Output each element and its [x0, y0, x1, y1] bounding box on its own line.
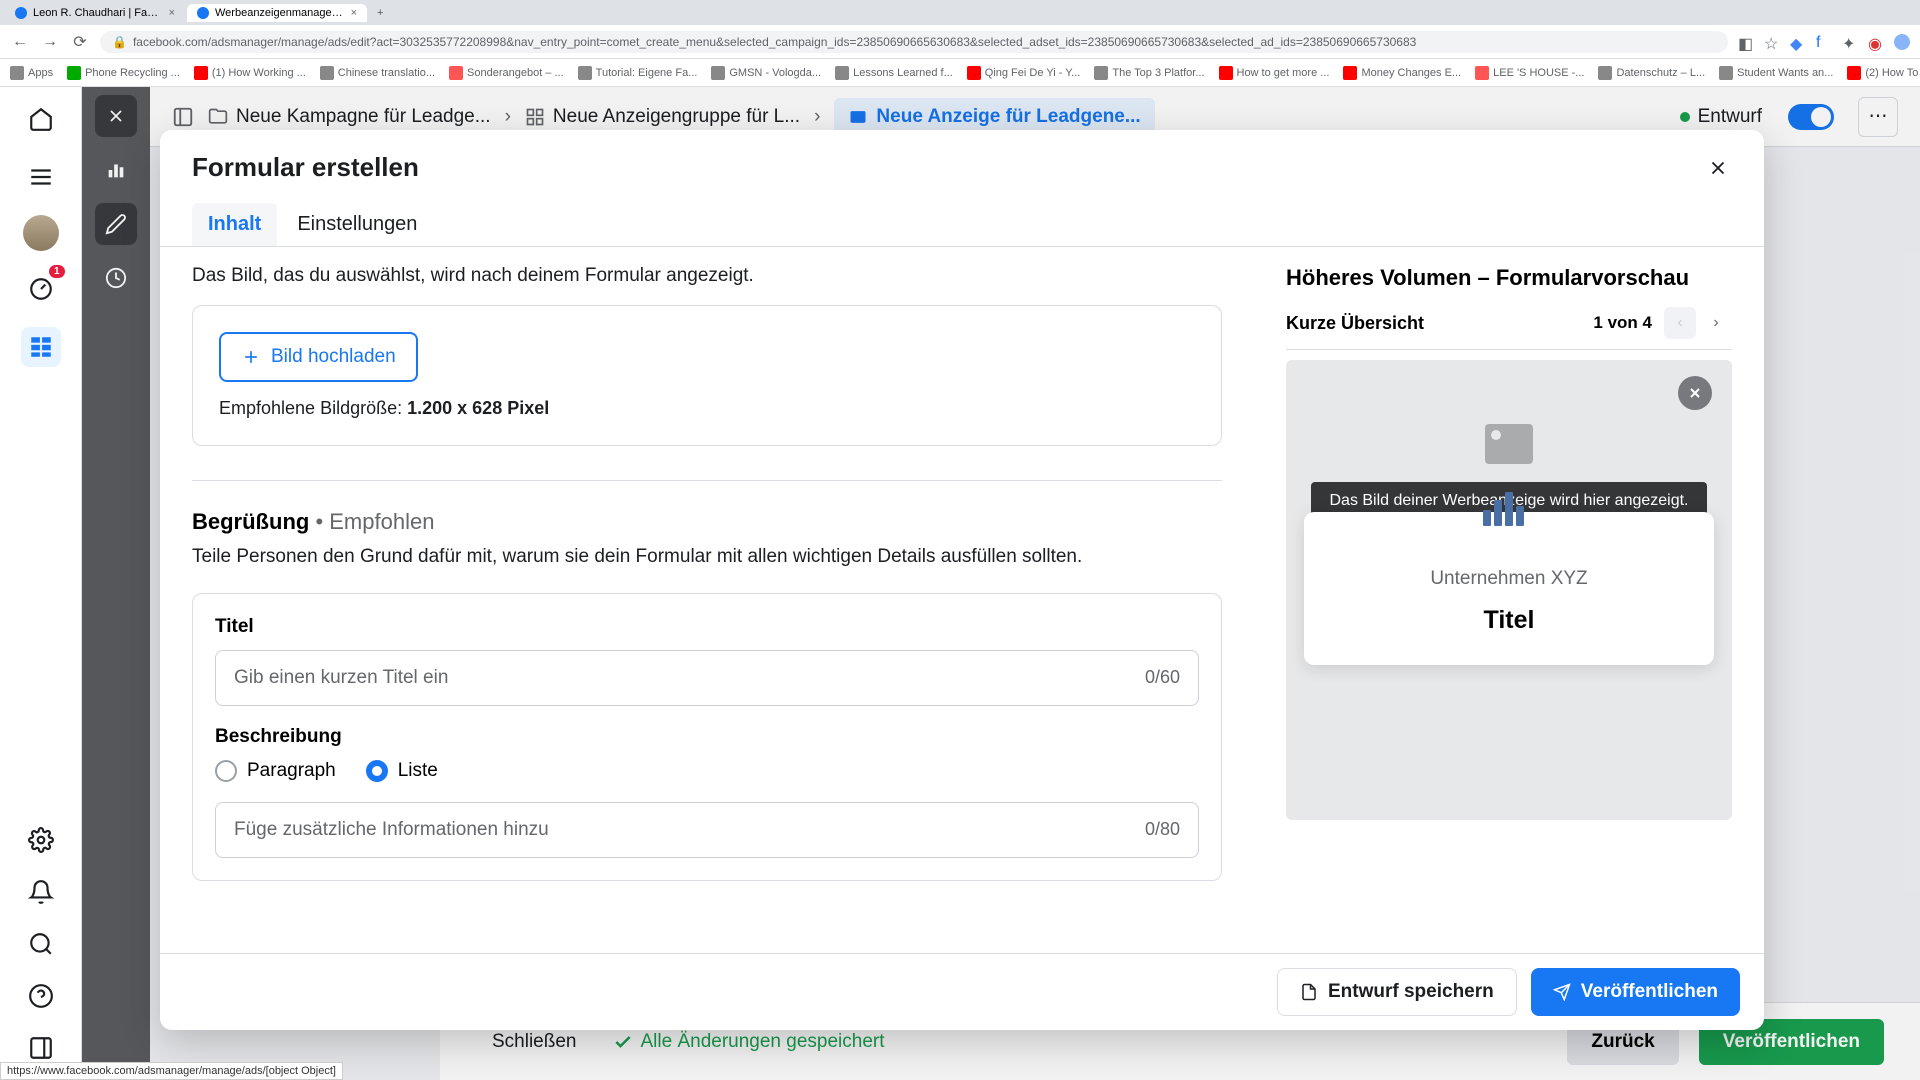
star-icon[interactable]: ☆ — [1764, 34, 1780, 50]
puzzle-icon[interactable]: ✦ — [1842, 34, 1858, 50]
bookmark[interactable]: Tutorial: Eigene Fa... — [578, 66, 698, 80]
grid-icon[interactable] — [21, 327, 61, 367]
upload-card: Bild hochladen Empfohlene Bildgröße: 1.2… — [192, 305, 1222, 446]
brand-chart-icon — [1483, 488, 1535, 526]
bookmark[interactable]: Lessons Learned f... — [835, 66, 953, 80]
preview-box: Das Bild deiner Werbeanzeige wird hier a… — [1286, 360, 1732, 820]
badge: 1 — [49, 265, 65, 278]
bookmark[interactable]: Money Changes E... — [1343, 66, 1461, 80]
avatar-icon[interactable] — [1894, 34, 1910, 50]
title-label: Titel — [215, 616, 1199, 638]
home-icon[interactable] — [21, 99, 61, 139]
bookmark[interactable]: Qing Fei De Yi - Y... — [967, 66, 1081, 80]
gear-icon[interactable] — [21, 820, 61, 860]
url-field[interactable]: 🔒 facebook.com/adsmanager/manage/ads/edi… — [100, 31, 1728, 53]
lock-icon: 🔒 — [112, 35, 127, 49]
send-icon — [1553, 983, 1571, 1001]
modal-title: Formular erstellen — [192, 152, 1732, 183]
plus-icon — [241, 347, 261, 367]
form-preview-pane: Höheres Volumen – Formularvorschau Kurze… — [1254, 247, 1764, 953]
placeholder-text: Füge zusätzliche Informationen hinzu — [234, 819, 549, 841]
bookmark[interactable]: How to get more ... — [1219, 66, 1330, 80]
browser-tabs: Leon R. Chaudhari | Facebook × Werbeanze… — [0, 0, 1920, 25]
upload-image-button[interactable]: Bild hochladen — [219, 332, 418, 382]
extension-icon[interactable]: ◆ — [1790, 34, 1806, 50]
bookmark[interactable]: Chinese translatio... — [320, 66, 435, 80]
placeholder-text: Gib einen kurzen Titel ein — [234, 667, 448, 689]
bookmark[interactable]: (1) How Working ... — [194, 66, 306, 80]
close-icon[interactable]: × — [351, 7, 357, 19]
char-counter: 0/80 — [1145, 819, 1180, 840]
menu-icon[interactable] — [21, 157, 61, 197]
new-tab-button[interactable]: + — [369, 5, 391, 21]
close-icon[interactable] — [1678, 376, 1712, 410]
tab-title: Leon R. Chaudhari | Facebook — [33, 7, 163, 19]
avatar[interactable] — [23, 215, 59, 251]
description-label: Beschreibung — [215, 726, 1199, 748]
image-hint: Das Bild, das du auswählst, wird nach de… — [192, 265, 1222, 287]
preview-counter: 1 von 4 — [1593, 313, 1652, 333]
preview-section-label: Kurze Übersicht — [1286, 313, 1424, 334]
title-input[interactable]: Gib einen kurzen Titel ein 0/60 — [215, 650, 1199, 706]
forward-icon[interactable]: → — [40, 32, 60, 52]
browser-tab[interactable]: Werbeanzeigenmanager – We... × — [187, 4, 367, 22]
reload-icon[interactable]: ⟳ — [70, 32, 90, 52]
search-icon[interactable] — [21, 924, 61, 964]
browser-tab[interactable]: Leon R. Chaudhari | Facebook × — [5, 4, 185, 22]
create-form-modal: Formular erstellen Inhalt Einstellungen … — [160, 130, 1764, 1030]
publish-button[interactable]: Veröffentlichen — [1531, 968, 1740, 1016]
close-icon[interactable] — [1700, 150, 1736, 186]
address-bar: ← → ⟳ 🔒 facebook.com/adsmanager/manage/a… — [0, 25, 1920, 59]
document-icon — [1300, 983, 1318, 1001]
bookmark[interactable]: Student Wants an... — [1719, 66, 1833, 80]
radio-icon — [215, 760, 237, 782]
modal-tabs: Inhalt Einstellungen — [160, 183, 1764, 247]
extension-icon[interactable]: ◉ — [1868, 34, 1884, 50]
greeting-heading: Begrüßung • Empfohlen — [192, 509, 1222, 535]
bookmark[interactable]: Apps — [10, 66, 53, 80]
save-draft-button[interactable]: Entwurf speichern — [1277, 968, 1517, 1016]
greeting-fields: Titel Gib einen kurzen Titel ein 0/60 Be… — [192, 593, 1222, 881]
tab-settings[interactable]: Einstellungen — [281, 203, 433, 246]
image-icon — [1485, 424, 1533, 464]
tab-title: Werbeanzeigenmanager – We... — [215, 7, 345, 19]
greeting-desc: Teile Personen den Grund dafür mit, waru… — [192, 543, 1222, 571]
prev-arrow-right-icon[interactable]: › — [1700, 307, 1732, 339]
description-type-radios: Paragraph Liste — [215, 760, 1199, 782]
url-text: facebook.com/adsmanager/manage/ads/edit?… — [133, 35, 1416, 49]
radio-list[interactable]: Liste — [366, 760, 438, 782]
modal-footer: Entwurf speichern Veröffentlichen — [160, 953, 1764, 1030]
close-icon[interactable]: × — [169, 7, 175, 19]
preview-card: Unternehmen XYZ Titel — [1304, 512, 1714, 665]
tab-content[interactable]: Inhalt — [192, 203, 277, 246]
help-icon[interactable] — [21, 976, 61, 1016]
facebook-sidebar: 1 — [0, 87, 82, 1080]
back-icon[interactable]: ← — [10, 32, 30, 52]
radio-icon — [366, 760, 388, 782]
extra-info-input[interactable]: Füge zusätzliche Informationen hinzu 0/8… — [215, 802, 1199, 858]
extension-icon[interactable]: f — [1816, 34, 1832, 50]
divider — [192, 480, 1222, 481]
char-counter: 0/60 — [1145, 667, 1180, 688]
recommended-size: Empfohlene Bildgröße: 1.200 x 628 Pixel — [219, 398, 1195, 419]
bookmarks-bar: Apps Phone Recycling ... (1) How Working… — [0, 59, 1920, 87]
bookmark[interactable]: (2) How To Add A... — [1847, 66, 1920, 80]
preview-title: Titel — [1484, 606, 1535, 635]
bookmark[interactable]: LEE 'S HOUSE -... — [1475, 66, 1584, 80]
preview-company: Unternehmen XYZ — [1430, 568, 1587, 590]
prev-arrow-left-icon[interactable]: ‹ — [1664, 307, 1696, 339]
bookmark[interactable]: The Top 3 Platfor... — [1094, 66, 1204, 80]
preview-controls: Kurze Übersicht 1 von 4 ‹ › — [1286, 307, 1732, 350]
status-bar: https://www.facebook.com/adsmanager/mana… — [0, 1062, 343, 1080]
extension-icon[interactable]: ◧ — [1738, 34, 1754, 50]
bell-icon[interactable] — [21, 872, 61, 912]
bookmark[interactable]: Sonderangebot – ... — [449, 66, 564, 80]
bookmark[interactable]: Phone Recycling ... — [67, 66, 180, 80]
bookmark[interactable]: Datenschutz – L... — [1598, 66, 1705, 80]
preview-heading: Höheres Volumen – Formularvorschau — [1286, 265, 1732, 291]
radio-paragraph[interactable]: Paragraph — [215, 760, 336, 782]
form-editor: Das Bild, das du auswählst, wird nach de… — [160, 247, 1254, 953]
bookmark[interactable]: GMSN - Vologda... — [711, 66, 821, 80]
gauge-icon[interactable]: 1 — [21, 269, 61, 309]
